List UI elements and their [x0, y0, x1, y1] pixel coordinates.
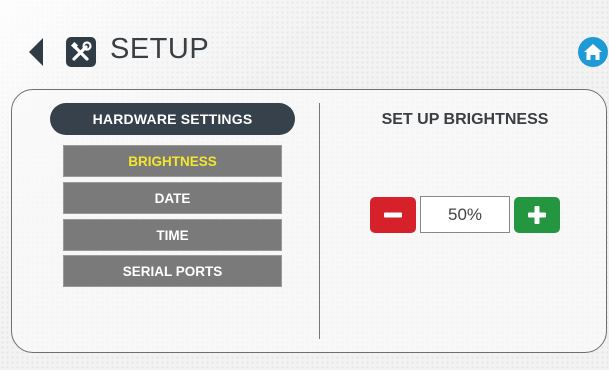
menu-item-label: DATE: [154, 190, 191, 206]
home-icon: [584, 44, 602, 60]
tools-icon: [66, 37, 96, 67]
menu-item-date[interactable]: DATE: [63, 182, 282, 214]
decrease-brightness-button[interactable]: [370, 197, 416, 233]
brightness-value-field[interactable]: 50%: [420, 196, 510, 233]
minus-icon: [384, 212, 402, 218]
page-title: SETUP: [110, 33, 210, 65]
menu-item-label: BRIGHTNESS: [128, 153, 217, 169]
menu-item-label: SERIAL PORTS: [122, 263, 223, 279]
panel-divider: [319, 103, 320, 339]
home-button[interactable]: [578, 37, 608, 67]
menu-item-time[interactable]: TIME: [63, 219, 282, 251]
header: SETUP: [0, 0, 609, 90]
plus-icon: [528, 206, 546, 224]
back-button[interactable]: [27, 38, 47, 66]
menu-item-label: TIME: [156, 227, 189, 243]
brightness-section-title: SET UP BRIGHTNESS: [381, 111, 549, 128]
increase-brightness-button[interactable]: [514, 197, 560, 233]
menu-item-serial-ports[interactable]: SERIAL PORTS: [63, 255, 282, 287]
back-arrow-icon: [29, 38, 43, 66]
menu-item-brightness[interactable]: BRIGHTNESS: [63, 145, 282, 177]
hardware-settings-header: HARDWARE SETTINGS: [50, 103, 295, 135]
